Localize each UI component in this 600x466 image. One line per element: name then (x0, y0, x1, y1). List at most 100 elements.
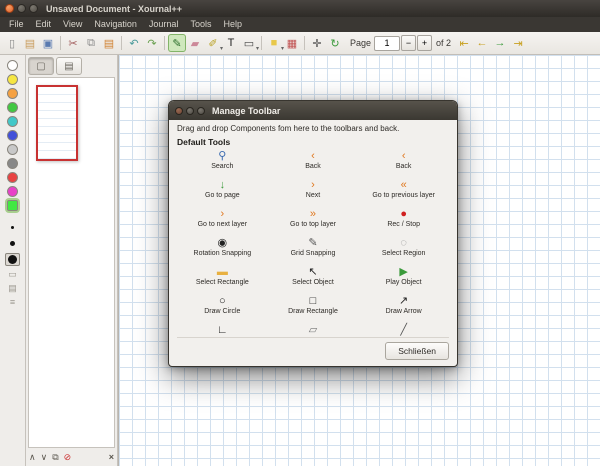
tool-option-icon[interactable]: ▭ (8, 269, 17, 280)
open-icon[interactable]: ▤ (21, 34, 39, 52)
color-palette-icon[interactable]: ▦ (283, 34, 301, 52)
color-swatch-icon[interactable]: ■▾ (265, 34, 283, 52)
highlighter-icon[interactable]: ✐▾ (204, 34, 222, 52)
color-swatch[interactable] (7, 144, 18, 155)
menu-edit[interactable]: Edit (30, 17, 58, 32)
dialog-maximize-icon[interactable] (197, 107, 205, 115)
play-object-tool-icon: ▶ (399, 265, 407, 279)
draw-coordinate-system-tool[interactable]: ∟Draw coordinate system (177, 323, 268, 337)
grid-snapping-tool-icon: ✎ (308, 236, 317, 250)
color-swatch[interactable] (7, 60, 18, 71)
text-tool-icon[interactable]: T (222, 34, 240, 52)
rec-stop-tool[interactable]: ●Rec / Stop (358, 207, 449, 236)
save-icon[interactable]: ▣ (39, 34, 57, 52)
hand-tool-icon[interactable]: ✛ (308, 34, 326, 52)
color-swatch[interactable] (7, 172, 18, 183)
dialog-close-icon[interactable] (175, 107, 183, 115)
color-swatch[interactable] (7, 116, 18, 127)
pen-size-option[interactable] (5, 253, 20, 266)
grid-snapping-tool[interactable]: ✎Grid Snapping (268, 236, 359, 265)
pen-size-option[interactable] (5, 237, 20, 250)
draw-arrow-tool-icon: ↗ (399, 294, 408, 308)
paste-icon[interactable]: ▤ (100, 34, 118, 52)
page-number-input[interactable] (374, 36, 400, 51)
goto-first-icon[interactable]: ⇤ (455, 34, 473, 52)
eraser-icon[interactable]: ▰ (186, 34, 204, 52)
page-increment-button[interactable]: + (417, 35, 432, 51)
menu-tools[interactable]: Tools (184, 17, 217, 32)
goto-next-layer-tool[interactable]: ›Go to next layer (177, 207, 268, 236)
draw-circle-tool[interactable]: ○Draw Circle (177, 294, 268, 323)
move-page-up-icon[interactable]: ∧ (29, 453, 36, 462)
next-tool[interactable]: ›Next (268, 178, 359, 207)
goto-last-icon[interactable]: ⇥ (509, 34, 527, 52)
color-swatch[interactable] (7, 102, 18, 113)
select-region-tool[interactable]: ◌Select Region (358, 236, 449, 265)
back-tool[interactable]: ‹Back (268, 149, 359, 178)
size-dot (11, 226, 14, 229)
dialog-title: Manage Toolbar (212, 106, 280, 116)
tools-scroll-area[interactable]: ⚲Search‹Back‹Back↓Go to page›Next«Go to … (177, 149, 449, 337)
shape-recognizer-tool[interactable]: ▱Shape Recognizer (268, 323, 359, 337)
dialog-titlebar[interactable]: Manage Toolbar (169, 101, 457, 120)
draw-rectangle-tool-icon: □ (310, 294, 317, 308)
window-minimize-icon[interactable] (17, 4, 26, 13)
select-rectangle-tool[interactable]: ▬Select Rectangle (177, 265, 268, 294)
menu-file[interactable]: File (3, 17, 30, 32)
goto-top-layer-tool[interactable]: »Go to top layer (268, 207, 359, 236)
cut-icon[interactable]: ✂ (64, 34, 82, 52)
copy-page-icon[interactable]: ⧉ (52, 453, 58, 462)
page-decrement-button[interactable]: − (401, 35, 416, 51)
tool-label: Search (211, 163, 233, 170)
shape-recognizer-tool-icon: ▱ (309, 323, 317, 337)
rotation-snapping-tool[interactable]: ◉Rotation Snapping (177, 236, 268, 265)
zoom-fit-icon[interactable]: ↻ (326, 34, 344, 52)
draw-arrow-tool[interactable]: ↗Draw Arrow (358, 294, 449, 323)
page-preview-tab[interactable]: ▢ (28, 57, 54, 75)
menu-help[interactable]: Help (217, 17, 248, 32)
page-preview-panel (28, 77, 115, 448)
sidebar-close-icon[interactable]: × (109, 453, 114, 462)
tool-option-icon[interactable]: ≡ (10, 297, 15, 307)
window-titlebar[interactable]: Unsaved Document - Xournal++ (0, 0, 600, 17)
play-object-tool[interactable]: ▶Play Object (358, 265, 449, 294)
tool-label: Back (305, 163, 321, 170)
tool-label: Draw Rectangle (288, 308, 338, 315)
color-swatch[interactable] (7, 74, 18, 85)
pen-size-option[interactable] (5, 221, 20, 234)
color-swatch[interactable] (7, 158, 18, 169)
page-count-label: of 2 (436, 38, 451, 48)
menu-journal[interactable]: Journal (143, 17, 185, 32)
window-close-icon[interactable] (5, 4, 14, 13)
dialog-minimize-icon[interactable] (186, 107, 194, 115)
color-swatch[interactable] (7, 130, 18, 141)
pen-icon[interactable]: ✎ (168, 34, 186, 52)
color-swatch[interactable] (7, 88, 18, 99)
select-object-tool[interactable]: ↖Select Object (268, 265, 359, 294)
tool-option-icon[interactable]: ▤ (8, 283, 17, 294)
goto-page-tool[interactable]: ↓Go to page (177, 178, 268, 207)
sidebar: ▢▤ ∧ ∨ ⧉ ⊘ × (26, 55, 118, 466)
new-document-icon[interactable]: ▯ (3, 34, 21, 52)
undo-icon[interactable]: ↶ (125, 34, 143, 52)
goto-previous-icon[interactable]: ← (473, 34, 491, 52)
draw-rectangle-tool[interactable]: □Draw Rectangle (268, 294, 359, 323)
search-tool[interactable]: ⚲Search (177, 149, 268, 178)
goto-previous-layer-tool[interactable]: «Go to previous layer (358, 178, 449, 207)
ruler-tool[interactable]: ╱Ruler (358, 323, 449, 337)
redo-icon[interactable]: ↷ (143, 34, 161, 52)
copy-icon[interactable]: ⧉ (82, 34, 100, 52)
window-maximize-icon[interactable] (29, 4, 38, 13)
layer-preview-tab[interactable]: ▤ (56, 57, 82, 75)
shape-tool-icon[interactable]: ▭▾ (240, 34, 258, 52)
color-swatch[interactable] (7, 186, 18, 197)
schliessen-button[interactable]: Schließen (385, 342, 449, 360)
page-thumbnail[interactable] (36, 85, 78, 161)
menu-view[interactable]: View (57, 17, 88, 32)
goto-next-icon[interactable]: → (491, 34, 509, 52)
move-page-down-icon[interactable]: ∨ (41, 453, 48, 462)
color-swatch[interactable] (7, 200, 18, 211)
back-tool[interactable]: ‹Back (358, 149, 449, 178)
delete-page-icon[interactable]: ⊘ (64, 453, 72, 462)
menu-navigation[interactable]: Navigation (88, 17, 143, 32)
